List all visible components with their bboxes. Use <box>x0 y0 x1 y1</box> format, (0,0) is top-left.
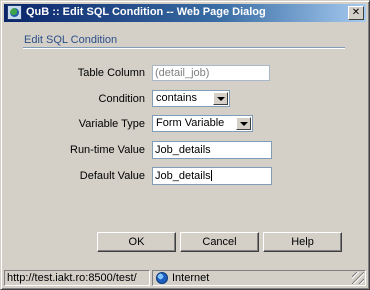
condition-select[interactable]: contains <box>152 90 230 107</box>
help-button[interactable]: Help <box>263 232 342 252</box>
close-button[interactable]: ✕ <box>348 6 364 20</box>
status-url: http://test.iakt.ro:8500/test/ <box>4 270 150 286</box>
runtime-value-label: Run-time Value <box>70 144 145 156</box>
panel-title: Edit SQL Condition <box>24 34 118 46</box>
dialog-window: QuB :: Edit SQL Condition -- Web Page Di… <box>0 0 370 290</box>
default-value-input[interactable]: Job_details <box>152 167 272 185</box>
table-column-field: (detail_job) <box>152 65 270 81</box>
condition-label: Condition <box>98 93 145 105</box>
text-cursor <box>210 170 212 181</box>
window-title: QuB :: Edit SQL Condition -- Web Page Di… <box>26 6 266 18</box>
variable-type-label: Variable Type <box>78 118 145 130</box>
title-bar[interactable]: QuB :: Edit SQL Condition -- Web Page Di… <box>4 4 366 22</box>
globe-icon <box>156 272 168 284</box>
zone-label: Internet <box>172 272 210 284</box>
default-value-label: Default Value <box>79 170 145 182</box>
panel-divider <box>23 47 345 49</box>
status-zone: Internet <box>152 270 366 286</box>
resize-grip-icon[interactable] <box>352 272 364 284</box>
variable-type-select[interactable]: Form Variable <box>152 115 253 132</box>
cancel-button[interactable]: Cancel <box>180 232 259 252</box>
ok-button[interactable]: OK <box>97 232 176 252</box>
condition-selected-value: contains <box>156 92 197 104</box>
chevron-down-icon[interactable] <box>213 92 228 105</box>
status-bar: http://test.iakt.ro:8500/test/ Internet <box>4 269 366 287</box>
app-icon <box>7 5 22 20</box>
table-column-label: Table Column <box>77 67 145 79</box>
runtime-value-input[interactable]: Job_details <box>152 141 272 159</box>
variable-type-selected-value: Form Variable <box>156 117 225 129</box>
chevron-down-icon[interactable] <box>236 117 251 130</box>
default-value-text: Job_details <box>155 170 211 182</box>
